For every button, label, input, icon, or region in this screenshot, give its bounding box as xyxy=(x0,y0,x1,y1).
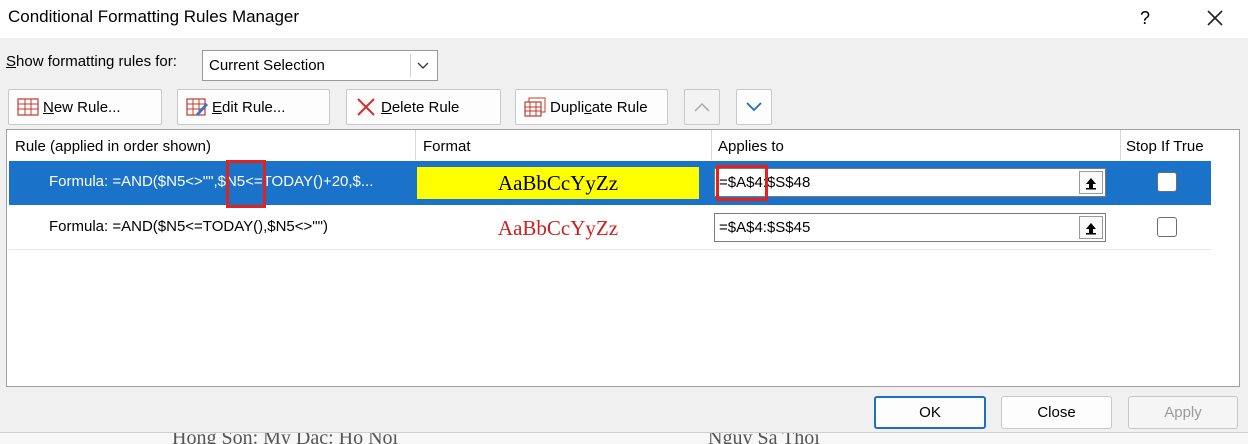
move-up-button[interactable] xyxy=(684,89,720,125)
help-button[interactable]: ? xyxy=(1135,5,1155,31)
new-rule-icon xyxy=(17,97,39,117)
show-rules-dropdown[interactable]: Current Selection xyxy=(202,50,438,81)
collapse-dialog-icon[interactable] xyxy=(1079,171,1103,194)
rule-row[interactable]: Formula: =AND($N5<=TODAY(),$N5<>"") AaBb… xyxy=(9,206,1211,250)
title-bar: Conditional Formatting Rules Manager ? xyxy=(0,0,1248,38)
close-button[interactable]: Close xyxy=(1001,396,1112,429)
format-preview: AaBbCcYyZz xyxy=(417,167,699,199)
chevron-up-icon xyxy=(694,99,710,116)
annotation-highlight xyxy=(716,165,768,201)
stop-if-true-checkbox[interactable] xyxy=(1157,172,1177,192)
chevron-down-icon xyxy=(746,99,762,116)
rule-row[interactable]: Formula: =AND($N5<>"",$N5<=TODAY()+20,$.… xyxy=(9,161,1211,205)
close-icon[interactable] xyxy=(1198,2,1232,34)
duplicate-rule-button[interactable]: Duplicate Rule xyxy=(515,89,668,125)
duplicate-rule-icon xyxy=(524,97,546,117)
column-divider xyxy=(415,130,416,160)
chevron-down-icon[interactable] xyxy=(410,54,434,77)
applies-to-field[interactable]: =$A$4:$S$48 xyxy=(714,168,1106,197)
applies-to-field[interactable]: =$A$4:$S$45 xyxy=(714,213,1106,242)
column-header-stop-if-true: Stop If True xyxy=(1126,138,1204,155)
column-header-applies-to: Applies to xyxy=(718,138,784,155)
apply-button[interactable]: Apply xyxy=(1128,396,1238,429)
new-rule-button[interactable]: New Rule... xyxy=(8,89,162,125)
show-rules-value: Current Selection xyxy=(209,57,325,74)
rule-formula: Formula: =AND($N5<>"",$N5<=TODAY()+20,$.… xyxy=(49,173,374,190)
annotation-highlight xyxy=(226,160,266,208)
dialog-title: Conditional Formatting Rules Manager xyxy=(8,7,300,26)
rules-list: Rule (applied in order shown) Format App… xyxy=(6,129,1240,387)
delete-x-icon xyxy=(355,97,377,117)
column-header-format: Format xyxy=(423,138,471,155)
applies-to-value: =$A$4:$S$45 xyxy=(719,219,811,236)
column-divider xyxy=(711,130,712,160)
edit-rule-icon xyxy=(186,97,208,117)
underlay-text: Hong Son: My Dac: Ho Noi xyxy=(172,432,399,444)
stop-if-true-checkbox[interactable] xyxy=(1157,217,1177,237)
underlying-sheet: Hong Son: My Dac: Ho Noi Nguy Sa Thoi xyxy=(0,432,1248,444)
ok-button[interactable]: OK xyxy=(874,396,986,429)
show-rules-label: Show formatting rules for: xyxy=(6,53,177,70)
delete-rule-button[interactable]: Delete Rule xyxy=(346,89,501,125)
format-preview: AaBbCcYyZz xyxy=(497,215,619,240)
move-down-button[interactable] xyxy=(736,89,772,125)
column-header-rule: Rule (applied in order shown) xyxy=(15,138,211,155)
column-divider xyxy=(1120,130,1121,160)
underlay-text: Nguy Sa Thoi xyxy=(708,432,820,444)
rule-formula: Formula: =AND($N5<=TODAY(),$N5<>"") xyxy=(49,218,328,235)
collapse-dialog-icon[interactable] xyxy=(1079,216,1103,239)
edit-rule-button[interactable]: Edit Rule... xyxy=(177,89,330,125)
